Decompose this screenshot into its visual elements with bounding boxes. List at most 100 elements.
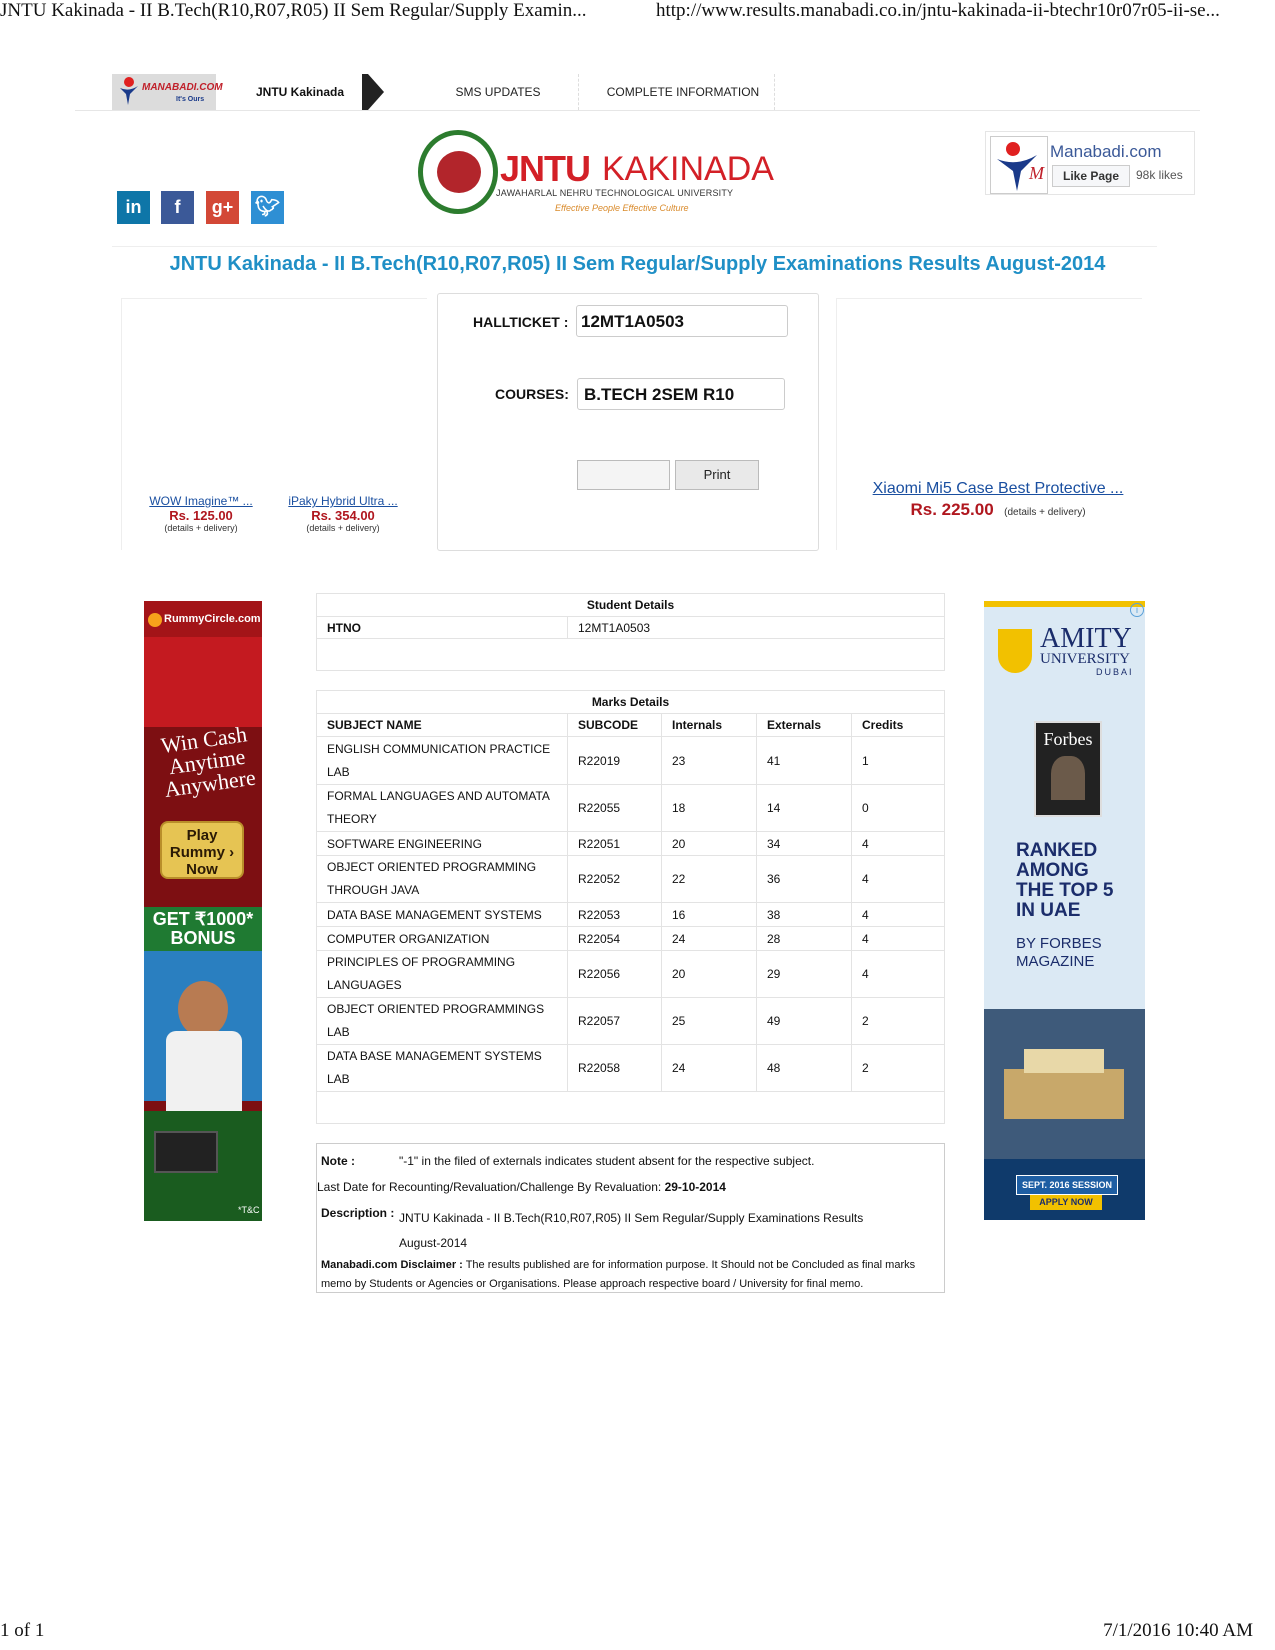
nav-arrow-icon	[368, 74, 384, 110]
ad-info-icon[interactable]: i	[1130, 603, 1144, 617]
product-link[interactable]: Xiaomi Mi5 Case Best Protective ...	[858, 480, 1138, 498]
internals-mark: 25	[661, 997, 757, 1045]
product-details-link[interactable]: (details + delivery)	[282, 523, 404, 533]
like-page-button[interactable]: Like Page	[1052, 165, 1130, 187]
manabadi-logo[interactable]: MANABADI.COM It's Ours	[112, 74, 223, 110]
credits-value: 4	[851, 831, 945, 856]
fb-likes-count: 98k likes	[1136, 168, 1183, 182]
product-details-link[interactable]: (details + delivery)	[1004, 507, 1085, 518]
externals-mark: 34	[756, 831, 852, 856]
table-row: DATA BASE MANAGEMENT SYSTEMS R22053 16 3…	[316, 902, 945, 927]
table-row: OBJECT ORIENTED PROGRAMMINGS LAB R22057 …	[316, 997, 945, 1045]
credits-value: 2	[851, 1044, 945, 1092]
htno-label: HTNO	[316, 616, 568, 639]
courses-select[interactable]: B.TECH 2SEM R10	[577, 378, 785, 410]
internals-mark: 16	[661, 902, 757, 927]
note-box: Note : "-1" in the filed of externals in…	[316, 1143, 945, 1293]
htno-value: 12MT1A0503	[567, 616, 945, 639]
table-row: DATA BASE MANAGEMENT SYSTEMS LAB R22058 …	[316, 1044, 945, 1092]
apply-now-button[interactable]: APPLY NOW	[1030, 1195, 1102, 1210]
disclaimer-label: Manabadi.com Disclaimer :	[321, 1259, 463, 1271]
product-link[interactable]: iPaky Hybrid Ultra ...	[282, 494, 404, 508]
print-datetime: 7/1/2016 10:40 AM	[1103, 1620, 1253, 1641]
description-label: Description :	[321, 1206, 395, 1220]
google-plus-icon[interactable]: g+	[206, 191, 239, 224]
internals-mark: 20	[661, 950, 757, 998]
internals-mark: 23	[661, 736, 757, 785]
subject-code: R22054	[567, 926, 662, 951]
table-row: ENGLISH COMMUNICATION PRACTICE LAB R2201…	[316, 736, 945, 785]
empty-row	[316, 638, 945, 671]
amity-dubai: DUBAI	[1096, 667, 1134, 677]
student-details-header: Student Details	[316, 593, 945, 617]
col-externals: Externals	[756, 713, 852, 737]
subject-name: COMPUTER ORGANIZATION	[316, 926, 568, 951]
credits-value: 4	[851, 950, 945, 998]
externals-mark: 38	[756, 902, 852, 927]
credits-value: 4	[851, 926, 945, 951]
subject-code: R22052	[567, 855, 662, 903]
submit-button[interactable]	[577, 460, 670, 490]
amity-by-forbes: BY FORBES MAGAZINE	[1016, 935, 1102, 970]
product-ad: iPaky Hybrid Ultra ... Rs. 354.00 (detai…	[282, 494, 404, 533]
facebook-icon[interactable]: f	[161, 191, 194, 224]
internals-mark: 24	[661, 1044, 757, 1092]
hallticket-label: HALLTICKET :	[473, 314, 569, 330]
amity-ad-banner[interactable]: i AMITY UNIVERSITY DUBAI Forbes RANKED A…	[984, 601, 1145, 1220]
internals-mark: 18	[661, 784, 757, 832]
externals-mark: 28	[756, 926, 852, 951]
print-page-title: JNTU Kakinada - II B.Tech(R10,R07,R05) I…	[0, 0, 587, 21]
amity-crest-icon	[998, 629, 1032, 673]
col-internals: Internals	[661, 713, 757, 737]
subject-code: R22058	[567, 1044, 662, 1092]
fb-page-name[interactable]: Manabadi.com	[1050, 142, 1162, 162]
subject-name: SOFTWARE ENGINEERING	[316, 831, 568, 856]
manabadi-page-icon[interactable]: M	[990, 136, 1048, 194]
col-credits: Credits	[851, 713, 945, 737]
product-ad: Xiaomi Mi5 Case Best Protective ... Rs. …	[858, 480, 1138, 520]
subject-name: DATA BASE MANAGEMENT SYSTEMS	[316, 902, 568, 927]
linkedin-icon[interactable]: in	[117, 191, 150, 224]
logo-word-jntu: JNTU	[500, 148, 591, 189]
disclaimer: Manabadi.com Disclaimer : The results pu…	[321, 1256, 941, 1294]
product-price: Rs. 225.00	[910, 500, 994, 519]
product-link[interactable]: WOW Imagine™ ...	[140, 494, 262, 508]
subject-code: R22019	[567, 736, 662, 785]
credits-value: 1	[851, 736, 945, 785]
nav-item-sms-updates[interactable]: SMS UPDATES	[412, 74, 584, 110]
empty-row	[316, 1091, 945, 1124]
last-date-label: Last Date for Recounting/Revaluation/Cha…	[317, 1180, 662, 1194]
twitter-icon[interactable]: 🐦︎	[251, 191, 284, 224]
logo-text: MANABADI.COM	[142, 82, 223, 93]
man-face-image	[178, 981, 228, 1037]
marks-details-table: Marks Details SUBJECT NAME SUBCODE Inter…	[316, 690, 945, 1124]
subject-code: R22051	[567, 831, 662, 856]
man-shirt-image	[166, 1031, 242, 1111]
play-rummy-button[interactable]: Play Rummy › Now	[160, 821, 244, 879]
nav-item-complete-information[interactable]: COMPLETE INFORMATION	[580, 74, 786, 110]
credits-value: 4	[851, 855, 945, 903]
subject-name: ENGLISH COMMUNICATION PRACTICE LAB	[316, 736, 568, 785]
product-details-link[interactable]: (details + delivery)	[140, 523, 262, 533]
nav-item-jntu-kakinada[interactable]: JNTU Kakinada	[224, 74, 376, 110]
courses-label: COURSES:	[495, 386, 569, 402]
subject-name: FORMAL LANGUAGES AND AUTOMATA THEORY	[316, 784, 568, 832]
table-row: FORMAL LANGUAGES AND AUTOMATA THEORY R22…	[316, 784, 945, 832]
description-text: JNTU Kakinada - II B.Tech(R10,R07,R05) I…	[399, 1211, 864, 1250]
externals-mark: 36	[756, 855, 852, 903]
print-button[interactable]: Print	[675, 460, 759, 490]
logo-subtitle: JAWAHARLAL NEHRU TECHNOLOGICAL UNIVERSIT…	[496, 188, 734, 198]
rummy-bonus: GET ₹1000* BONUS	[144, 907, 262, 951]
col-subcode: SUBCODE	[567, 713, 662, 737]
hallticket-input[interactable]: 12MT1A0503	[576, 305, 788, 337]
logo-tagline: It's Ours	[176, 96, 205, 103]
amity-ranked-text: RANKED AMONG THE TOP 5 IN UAE	[1016, 840, 1114, 921]
person-logo-icon	[118, 76, 140, 106]
rummy-ad-banner[interactable]: RummyCircle.com Win Cash Anytime Anywher…	[144, 601, 262, 1221]
externals-mark: 41	[756, 736, 852, 785]
last-date-value: 29-10-2014	[664, 1180, 726, 1194]
subject-name: OBJECT ORIENTED PROGRAMMING THROUGH JAVA	[316, 855, 568, 903]
table-row: COMPUTER ORGANIZATION R22054 24 28 4	[316, 926, 945, 951]
logo-word-kakinada: KAKINADA	[602, 150, 774, 188]
subject-name: PRINCIPLES OF PROGRAMMING LANGUAGES	[316, 950, 568, 998]
